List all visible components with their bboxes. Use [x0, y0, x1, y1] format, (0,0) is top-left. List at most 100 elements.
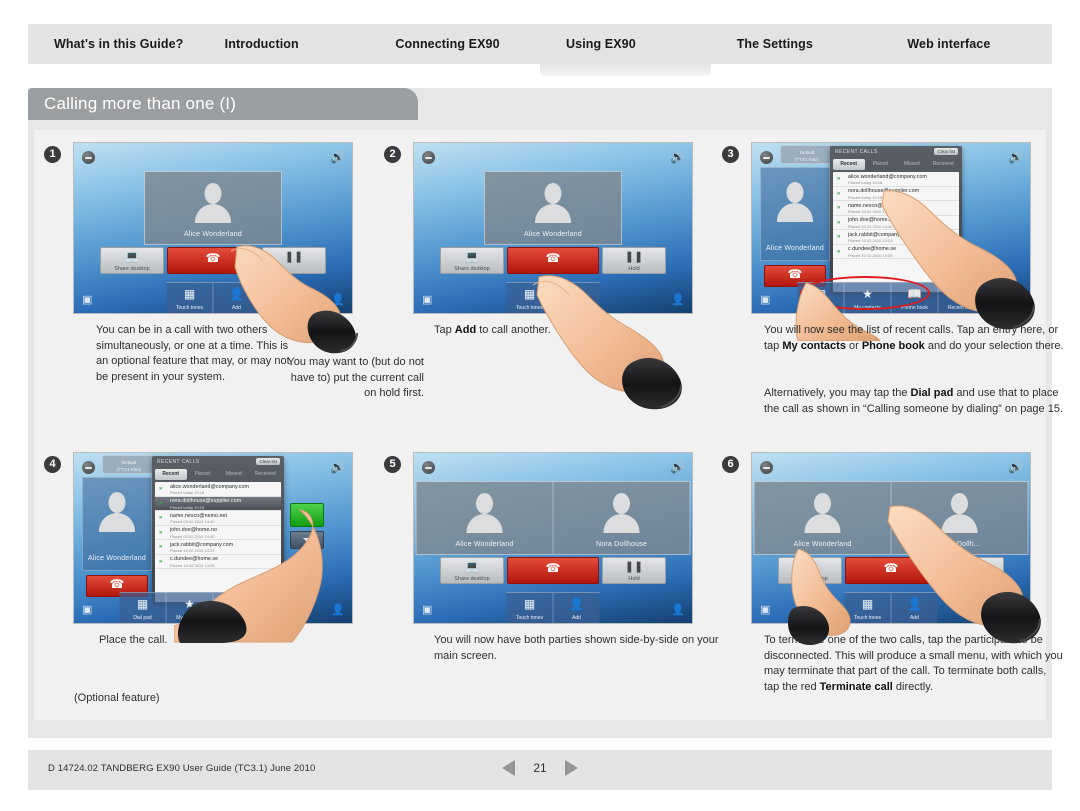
speaker-icon[interactable]: 🔊: [330, 461, 345, 473]
dock-touch-tones[interactable]: ▦ Touch tones: [506, 282, 554, 313]
step-3-caption-1: You will now see the list of recent call…: [764, 323, 1074, 354]
tab-placed[interactable]: Placed: [865, 159, 897, 170]
clear-list-button[interactable]: Clear list: [256, 458, 280, 465]
self-view-icon[interactable]: 👤: [331, 293, 345, 306]
clear-list-button[interactable]: Clear list: [934, 148, 958, 155]
share-desktop-button[interactable]: 💻 Share desktop: [100, 247, 164, 274]
nav-tab-whats-in-this-guide[interactable]: What's in this Guide?: [28, 24, 199, 64]
place-call-button[interactable]: [290, 503, 324, 527]
call-list-item[interactable]: » alice.wonderland@company.com Placed toda…: [833, 172, 959, 187]
dock-my-contacts[interactable]: ★ My contacts: [166, 592, 214, 623]
minimize-icon[interactable]: [82, 151, 95, 164]
speaker-icon[interactable]: 🔊: [670, 151, 685, 163]
self-view-icon[interactable]: 👤: [671, 293, 685, 306]
terminate-call-button[interactable]: ☎: [167, 247, 259, 274]
minimize-icon[interactable]: [760, 461, 773, 474]
speaker-icon[interactable]: 🔊: [330, 151, 345, 163]
dock-add[interactable]: 👤 Add: [213, 282, 260, 313]
layout-icon[interactable]: ▣: [760, 293, 772, 306]
speaker-icon[interactable]: 🔊: [1008, 461, 1023, 473]
participant-tile[interactable]: Alice Wonderland: [145, 172, 281, 244]
minimize-icon[interactable]: [760, 151, 773, 164]
share-desktop-button[interactable]: 💻 Share desktop: [440, 247, 504, 274]
tab-missed[interactable]: Missed: [896, 159, 928, 170]
call-detail: Placed today 10:18: [170, 490, 205, 495]
self-view-icon[interactable]: 👤: [1009, 603, 1023, 616]
layout-icon[interactable]: ▣: [760, 603, 772, 616]
hold-button[interactable]: ❚❚ Hold: [602, 557, 666, 584]
tab-received[interactable]: Received: [250, 469, 282, 480]
more-options-button[interactable]: [290, 531, 324, 549]
layout-icon[interactable]: ▣: [422, 293, 434, 306]
highlight-ellipse: [800, 276, 930, 310]
terminate-call-button[interactable]: ☎: [507, 247, 599, 274]
nav-tab-web-interface[interactable]: Web interface: [881, 24, 1052, 64]
dock-dial-pad[interactable]: ▦ Dial pad: [119, 592, 167, 623]
speaker-icon[interactable]: 🔊: [670, 461, 685, 473]
call-list-item[interactable]: » c.dundee@home.se Placed 10.02.2010 13:05: [155, 555, 281, 569]
self-view-icon[interactable]: 👤: [671, 603, 685, 616]
hold-button[interactable]: ❚❚: [940, 557, 1004, 584]
call-list-item[interactable]: » jack.rabbit@company.com Placed 10.02.201…: [155, 540, 281, 555]
call-list-item[interactable]: » name.nesco@nemo.net Placed 03.02.2010 14…: [833, 201, 959, 216]
dock-touch-tones[interactable]: ▦ Touch tones: [844, 592, 892, 623]
call-list-item[interactable]: » alice.wonderland@company.com Placed toda…: [155, 482, 281, 497]
call-list-item[interactable]: » c.dundee@home.se Placed 10.02.2010 13:05: [833, 245, 959, 259]
step-1-side-caption: You may want to (but do not have to) put…: [287, 356, 424, 399]
dock-phone-book[interactable]: 📖 Phone book: [213, 592, 261, 623]
nav-tab-using-ex90[interactable]: Using EX90: [540, 24, 711, 76]
layout-icon[interactable]: ▣: [422, 603, 434, 616]
call-list-item[interactable]: » nora.dollhouse@supplier.com Placed today…: [833, 187, 959, 201]
minimize-icon[interactable]: [422, 461, 435, 474]
participant-tile[interactable]: Alice Wonderland: [754, 482, 892, 554]
self-view-icon[interactable]: 👤: [1009, 293, 1023, 306]
dock-add[interactable]: 👤 Add: [891, 592, 938, 623]
participant-tile[interactable]: Nora Dollhouse: [553, 482, 690, 554]
nav-tab-the-settings[interactable]: The Settings: [711, 24, 882, 64]
dock-recent-calls[interactable]: ⏱ Recent calls: [260, 592, 307, 623]
dock-add[interactable]: 👤 Add: [553, 592, 600, 623]
nav-tab-connecting-ex90[interactable]: Connecting EX90: [369, 24, 540, 64]
dock-add[interactable]: 👤 Add: [553, 282, 600, 313]
self-participant-tile[interactable]: Alice Wonderland: [82, 477, 152, 571]
call-list-item[interactable]: » john.doe@home.no Placed 03.02.2010 14:40: [155, 526, 281, 540]
step-2-caption-post: to call another.: [476, 324, 551, 336]
dock-touch-tones[interactable]: ▦ Touch tones: [166, 282, 214, 313]
tab-recent[interactable]: Recent: [155, 469, 187, 480]
self-view-icon[interactable]: 👤: [331, 603, 345, 616]
dock-recent-calls[interactable]: ⏱ Recent calls: [938, 282, 985, 313]
terminate-call-button[interactable]: ☎: [507, 557, 599, 584]
prev-page-arrow-icon[interactable]: [502, 760, 515, 776]
hold-button[interactable]: ❚❚: [262, 247, 326, 274]
next-page-arrow-icon[interactable]: [565, 760, 578, 776]
minimize-icon[interactable]: [82, 461, 95, 474]
tab-placed[interactable]: Placed: [187, 469, 219, 480]
recent-calls-list[interactable]: » alice.wonderland@company.com Placed toda…: [155, 482, 281, 602]
terminate-call-button[interactable]: ☎: [845, 557, 937, 584]
recent-calls-panel: RECENT CALLS Clear list Recent Placed Mi…: [152, 456, 284, 604]
call-detail: Placed 10.02.2010 13:05: [170, 562, 215, 568]
participant-tile[interactable]: Alice Wonderland: [416, 482, 554, 554]
call-list-item[interactable]: » john.doe@home.no Placed 03.02.2010 14:40: [833, 216, 959, 230]
speaker-icon[interactable]: 🔊: [1008, 151, 1023, 163]
layout-icon[interactable]: ▣: [82, 603, 94, 616]
tab-missed[interactable]: Missed: [218, 469, 250, 480]
layout-icon[interactable]: ▣: [82, 293, 94, 306]
call-list-item[interactable]: » name.nesco@nemo.net Placed 03.02.2010 14…: [155, 511, 281, 526]
share-desktop-button[interactable]: 💻 Share desktop: [440, 557, 504, 584]
participant-tile[interactable]: Nora Dollh...: [891, 482, 1028, 554]
call-list-item[interactable]: » jack.rabbit@company.com Placed 10.02.201…: [833, 230, 959, 245]
optional-feature-note: (Optional feature): [74, 692, 160, 704]
tab-recent[interactable]: Recent: [833, 159, 865, 170]
call-list-item-selected[interactable]: » nora.dollhouse@supplier.com Placed today…: [155, 496, 281, 511]
call-detail: Placed 10.02.2010 13:29: [848, 238, 893, 243]
self-participant-tile[interactable]: Alice Wonderland: [760, 167, 830, 261]
dock-touch-tones[interactable]: ▦ Touch tones: [506, 592, 554, 623]
recent-calls-list[interactable]: » alice.wonderland@company.com Placed toda…: [833, 172, 959, 292]
tab-received[interactable]: Received: [928, 159, 960, 170]
share-desktop-button[interactable]: 💻 Share desktop: [778, 557, 842, 584]
hold-button[interactable]: ❚❚ Hold: [602, 247, 666, 274]
participant-tile[interactable]: Alice Wonderland: [485, 172, 621, 244]
nav-tab-introduction[interactable]: Introduction: [199, 24, 370, 64]
minimize-icon[interactable]: [422, 151, 435, 164]
